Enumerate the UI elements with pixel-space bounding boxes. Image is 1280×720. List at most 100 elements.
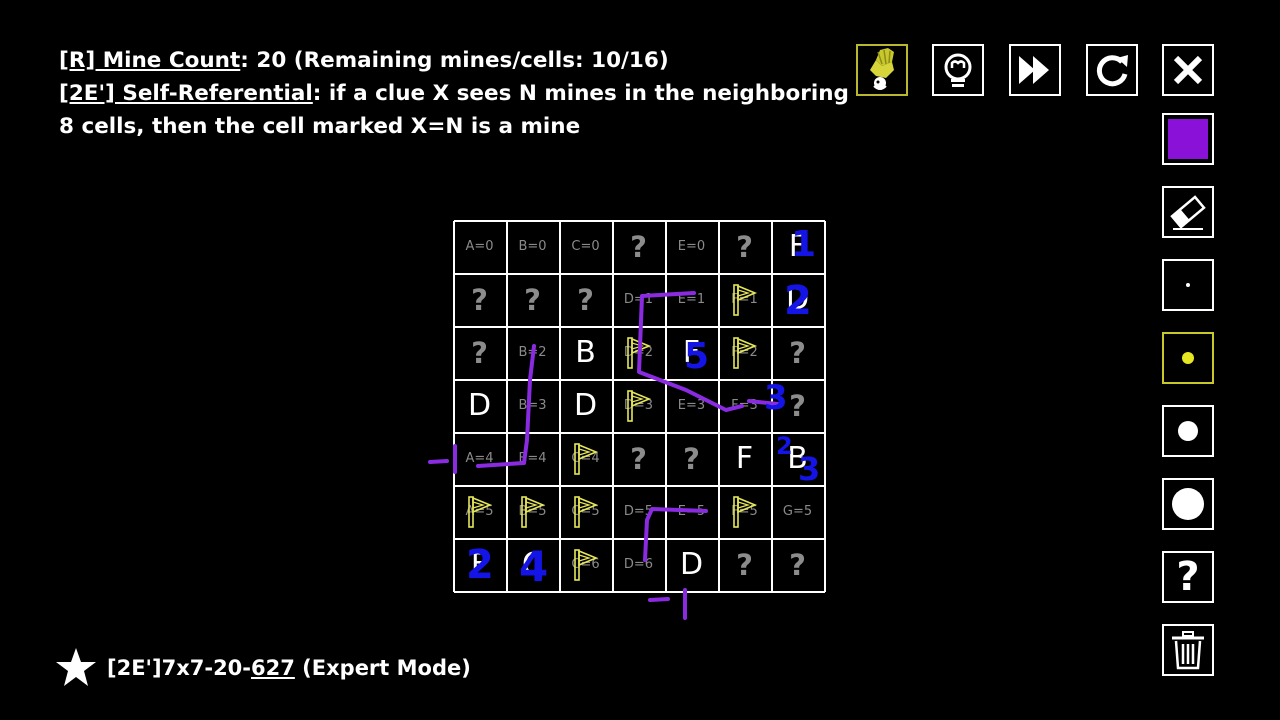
board-cell[interactable]: F — [665, 326, 718, 379]
cell-clue: G=5 — [782, 504, 813, 519]
board-cell[interactable]: B=0 — [506, 220, 559, 273]
board-cell[interactable]: B=3 — [506, 379, 559, 432]
cell-clue: D=5 — [623, 504, 654, 519]
board-cell[interactable]: ? — [771, 538, 824, 591]
board-cell[interactable]: A=5 — [453, 485, 506, 538]
flag-icon — [467, 495, 492, 528]
fast-forward-icon — [1019, 56, 1049, 84]
board-cell[interactable]: G=5 — [771, 485, 824, 538]
board-cell[interactable]: ? — [559, 273, 612, 326]
board-cell[interactable]: F — [453, 538, 506, 591]
flag-icon — [520, 495, 545, 528]
question-mark-button[interactable]: ? — [1162, 551, 1214, 603]
board-cell[interactable]: E=0 — [665, 220, 718, 273]
cell-letter: F — [470, 547, 489, 582]
cell-clue: E=1 — [677, 292, 706, 307]
board-cell[interactable]: C=4 — [559, 432, 612, 485]
board-cell[interactable]: ? — [718, 220, 771, 273]
eraser-button[interactable] — [1162, 186, 1214, 238]
unknown-cell-mark: ? — [524, 282, 541, 317]
board-cell[interactable]: C — [506, 538, 559, 591]
pen-size-small-button[interactable] — [1162, 332, 1214, 384]
board-cell[interactable]: ? — [771, 326, 824, 379]
board-cell[interactable]: D=1 — [612, 273, 665, 326]
cell-letter: F — [788, 229, 807, 264]
board-cell[interactable]: D — [453, 379, 506, 432]
dot-medium-icon — [1178, 421, 1198, 441]
board-cell[interactable]: B — [771, 432, 824, 485]
rules-panel: [R] Mine Count: 20 (Remaining mines/cell… — [59, 44, 849, 143]
board-cell[interactable]: D=3 — [612, 379, 665, 432]
mine-count-text: : 20 (Remaining mines/cells: 10/16) — [240, 48, 669, 73]
board-cell[interactable]: A=0 — [453, 220, 506, 273]
board-cell[interactable]: ? — [718, 538, 771, 591]
cell-clue: C=0 — [571, 239, 600, 254]
question-icon: ? — [1176, 554, 1200, 600]
board-cell[interactable]: D=6 — [612, 538, 665, 591]
mine-count-line: [R] Mine Count: 20 (Remaining mines/cell… — [59, 44, 849, 77]
board-cell[interactable]: D — [665, 538, 718, 591]
board-cell[interactable]: C=0 — [559, 220, 612, 273]
cell-clue: E=0 — [677, 239, 706, 254]
trash-button[interactable] — [1162, 624, 1214, 676]
board-cell[interactable]: ? — [453, 273, 506, 326]
board-cell[interactable]: D — [559, 379, 612, 432]
cell-clue: A=4 — [465, 451, 494, 466]
puzzle-prefix: [2E']7x7-20- — [107, 656, 252, 680]
restart-button[interactable] — [1086, 44, 1138, 96]
board-cell[interactable]: B — [559, 326, 612, 379]
cell-letter: D — [467, 388, 492, 423]
board-cell[interactable]: C=5 — [559, 485, 612, 538]
hint-button[interactable] — [932, 44, 984, 96]
board-cell[interactable]: ? — [453, 326, 506, 379]
board-cell[interactable]: F — [771, 220, 824, 273]
flag-icon — [573, 442, 598, 475]
board-cell[interactable]: E=3 — [665, 379, 718, 432]
brush-button[interactable] — [856, 44, 908, 96]
board-cell[interactable]: E=1 — [665, 273, 718, 326]
board-cell[interactable]: ? — [506, 273, 559, 326]
unknown-cell-mark: ? — [683, 441, 700, 476]
cell-letter: D — [785, 282, 810, 317]
unknown-cell-mark: ? — [630, 229, 647, 264]
pen-size-tiny-button[interactable] — [1162, 259, 1214, 311]
pen-size-large-button[interactable] — [1162, 478, 1214, 530]
restart-icon — [1096, 55, 1128, 87]
board-cell[interactable]: C=6 — [559, 538, 612, 591]
dot-tiny-icon — [1186, 283, 1190, 287]
board-cell[interactable]: F=1 — [718, 273, 771, 326]
board-cell[interactable]: ? — [612, 432, 665, 485]
flag-icon — [732, 495, 757, 528]
board-cell[interactable]: B=2 — [506, 326, 559, 379]
board-cell[interactable]: F=2 — [718, 326, 771, 379]
board-cell[interactable]: B=4 — [506, 432, 559, 485]
cell-letter: F — [682, 335, 701, 370]
board-cell[interactable]: E=5 — [665, 485, 718, 538]
fast-forward-button[interactable] — [1009, 44, 1061, 96]
board-cell[interactable]: D=5 — [612, 485, 665, 538]
puzzle-id: [2E']7x7-20-627 (Expert Mode) — [107, 656, 471, 680]
board-cell[interactable]: A=4 — [453, 432, 506, 485]
pen-size-medium-button[interactable] — [1162, 405, 1214, 457]
cell-clue: E=5 — [677, 504, 706, 519]
board-cell[interactable]: D=2 — [612, 326, 665, 379]
board-cell[interactable]: ? — [612, 220, 665, 273]
board-cell[interactable]: F=5 — [718, 485, 771, 538]
close-button[interactable] — [1162, 44, 1214, 96]
board-cell[interactable]: D — [771, 273, 824, 326]
cell-clue: E=3 — [677, 398, 706, 413]
board-cell[interactable]: B=5 — [506, 485, 559, 538]
cell-letter: B — [575, 335, 596, 370]
board-cell[interactable]: F — [718, 432, 771, 485]
trash-icon — [1172, 631, 1204, 670]
cell-clue: A=0 — [465, 239, 494, 254]
unknown-cell-mark: ? — [789, 335, 806, 370]
color-swatch-button[interactable] — [1162, 113, 1214, 165]
board-cell[interactable]: F=3 — [718, 379, 771, 432]
unknown-cell-mark: ? — [471, 335, 488, 370]
unknown-cell-mark: ? — [630, 441, 647, 476]
star-icon[interactable] — [55, 647, 97, 689]
board-cell[interactable]: ? — [771, 379, 824, 432]
unknown-cell-mark: ? — [789, 547, 806, 582]
board-cell[interactable]: ? — [665, 432, 718, 485]
